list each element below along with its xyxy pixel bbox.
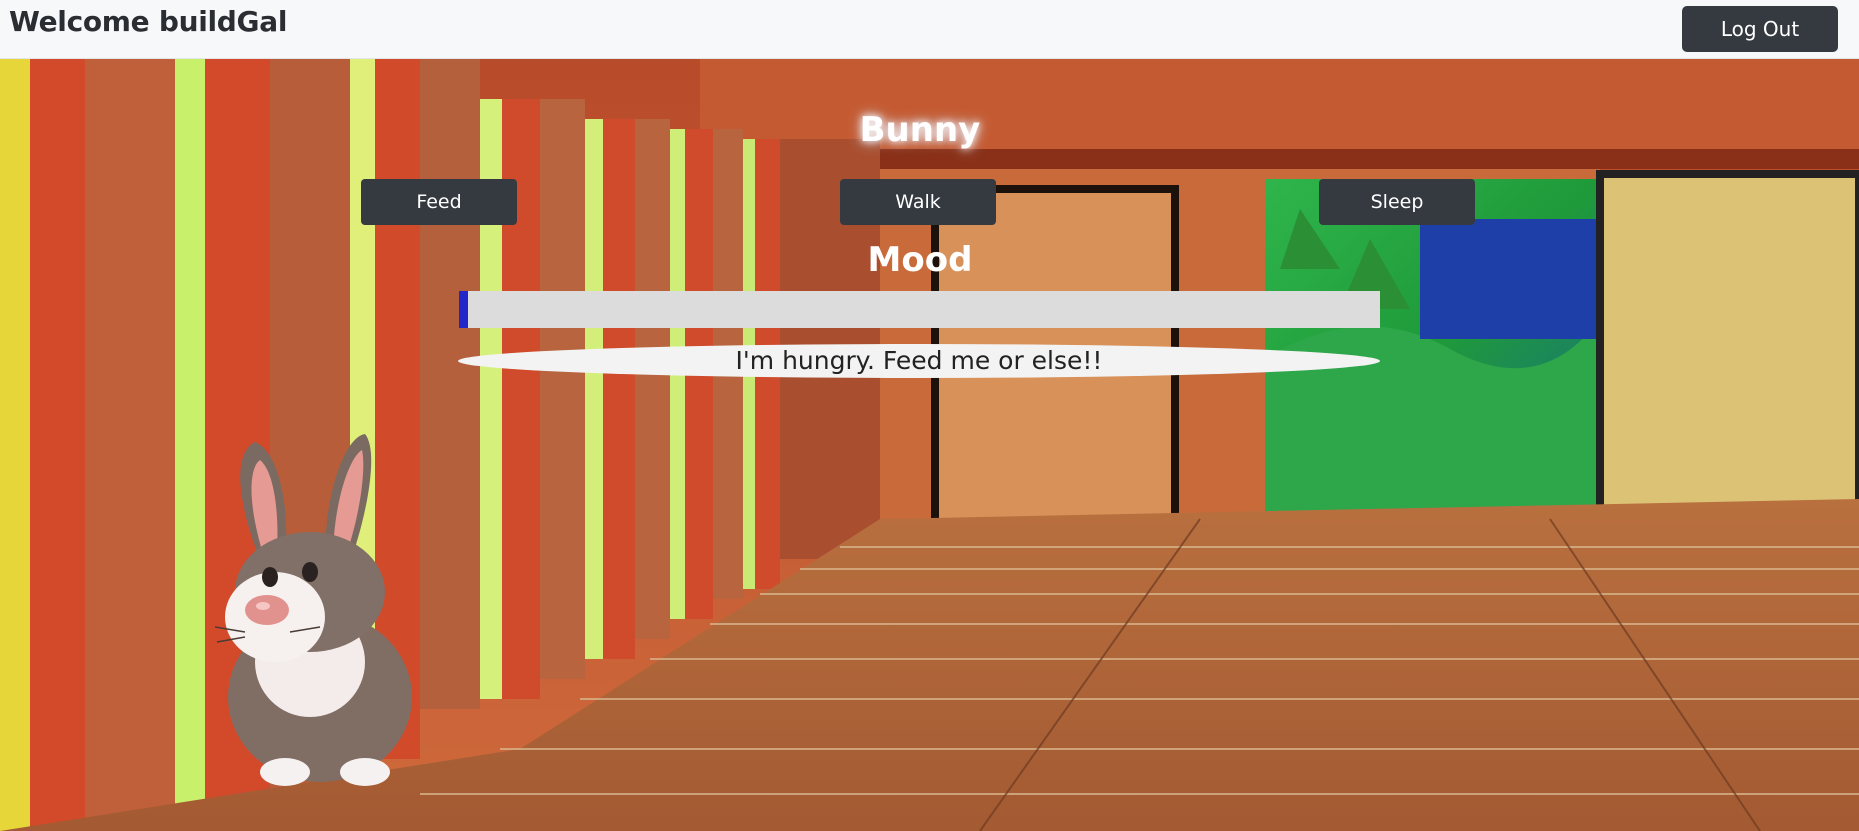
mood-progress-fill	[459, 291, 469, 328]
walk-button[interactable]: Walk	[840, 179, 996, 225]
pet-speech-bubble: I'm hungry. Feed me or else!!	[458, 344, 1380, 378]
bunny-icon	[215, 434, 412, 786]
top-navbar: Welcome buildGal Log Out	[0, 0, 1859, 59]
feed-button[interactable]: Feed	[361, 179, 517, 225]
welcome-heading: Welcome buildGal	[9, 5, 288, 38]
mood-progress-bar	[459, 291, 1380, 328]
mood-heading: Mood	[867, 240, 973, 280]
sleep-button[interactable]: Sleep	[1319, 179, 1475, 225]
pet-name-heading: Bunny	[859, 110, 981, 150]
logout-button[interactable]: Log Out	[1682, 6, 1838, 52]
